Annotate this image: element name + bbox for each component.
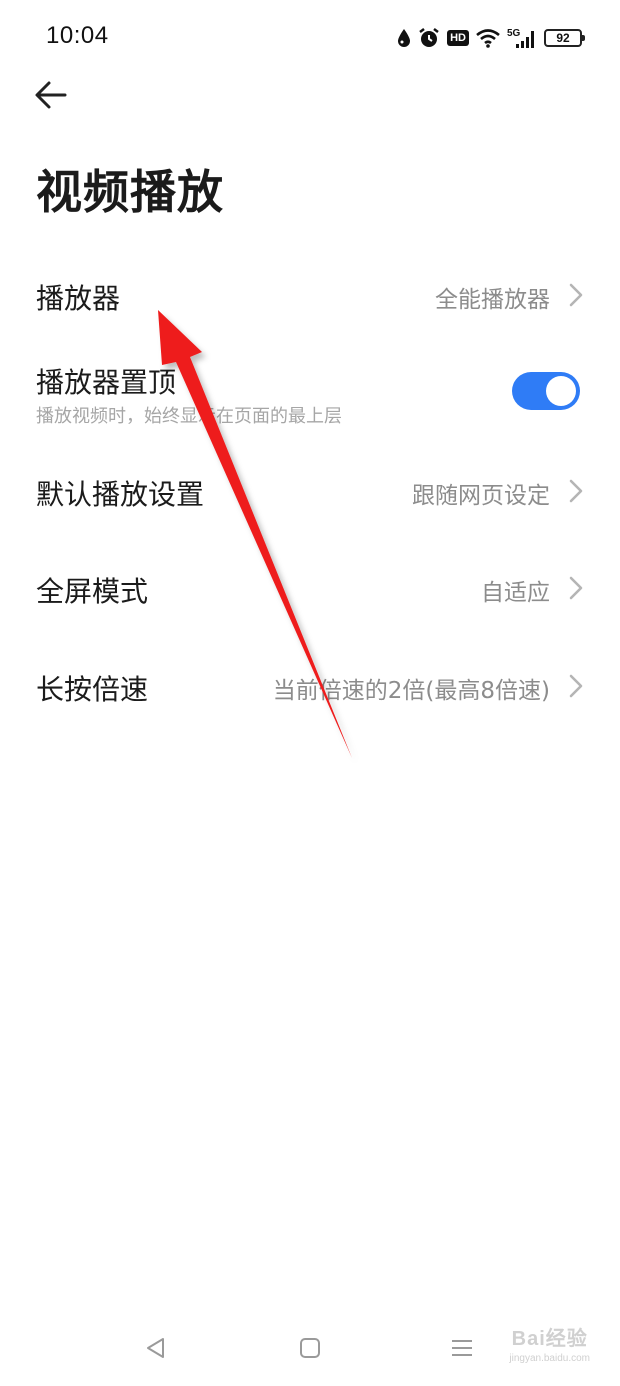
setting-label: 长按倍速 (36, 673, 149, 706)
nav-back-button[interactable] (138, 1330, 174, 1366)
hd-icon: HD (447, 30, 469, 46)
water-drop-icon (397, 28, 411, 48)
setting-row-default-playback[interactable]: 默认播放设置 跟随网页设定 (0, 462, 620, 522)
svg-text:5G: 5G (507, 28, 521, 39)
home-square-icon (300, 1338, 320, 1358)
nav-home-button[interactable] (292, 1330, 328, 1366)
setting-label: 全屏模式 (36, 575, 149, 608)
chevron-right-icon (569, 576, 583, 600)
watermark-url: jingyan.baidu.com (509, 1353, 590, 1364)
setting-value: 当前倍速的2倍(最高8倍速) (272, 678, 550, 704)
battery-icon: 92 (544, 29, 585, 47)
back-triangle-icon (147, 1338, 164, 1358)
chevron-right-icon (569, 674, 583, 698)
status-icons: HD 5G 92 (397, 24, 585, 52)
watermark-logo: Bai经验 (511, 1328, 588, 1350)
player-on-top-toggle[interactable] (512, 372, 580, 410)
setting-value: 全能播放器 (435, 287, 550, 313)
setting-row-long-press-speed[interactable]: 长按倍速 当前倍速的2倍(最高8倍速) (0, 657, 620, 717)
setting-value: 跟随网页设定 (412, 483, 550, 509)
setting-label: 默认播放设置 (36, 478, 205, 511)
watermark: Bai经验 jingyan.baidu.com (509, 1322, 590, 1364)
toggle-knob (546, 376, 576, 406)
status-bar: 10:04 HD 5G 92 (0, 0, 620, 76)
page-title: 视频播放 (36, 165, 224, 219)
setting-label: 播放器 (36, 282, 121, 315)
recents-menu-icon (452, 1340, 472, 1356)
back-button[interactable] (30, 74, 72, 116)
back-arrow-icon (35, 81, 67, 109)
setting-row-player[interactable]: 播放器 全能播放器 (0, 266, 620, 326)
nav-recents-button[interactable] (444, 1330, 480, 1366)
chevron-right-icon (569, 479, 583, 503)
status-time: 10:04 (46, 22, 109, 49)
setting-value: 自适应 (481, 580, 550, 606)
chevron-right-icon (569, 283, 583, 307)
setting-row-fullscreen-mode[interactable]: 全屏模式 自适应 (0, 559, 620, 619)
setting-label: 播放器置顶 (36, 366, 177, 399)
setting-subtitle: 播放视频时，始终显示在页面的最上层 (36, 406, 342, 427)
alarm-icon (418, 27, 440, 49)
wifi-icon (476, 28, 500, 48)
5g-signal-icon: 5G (507, 27, 537, 49)
